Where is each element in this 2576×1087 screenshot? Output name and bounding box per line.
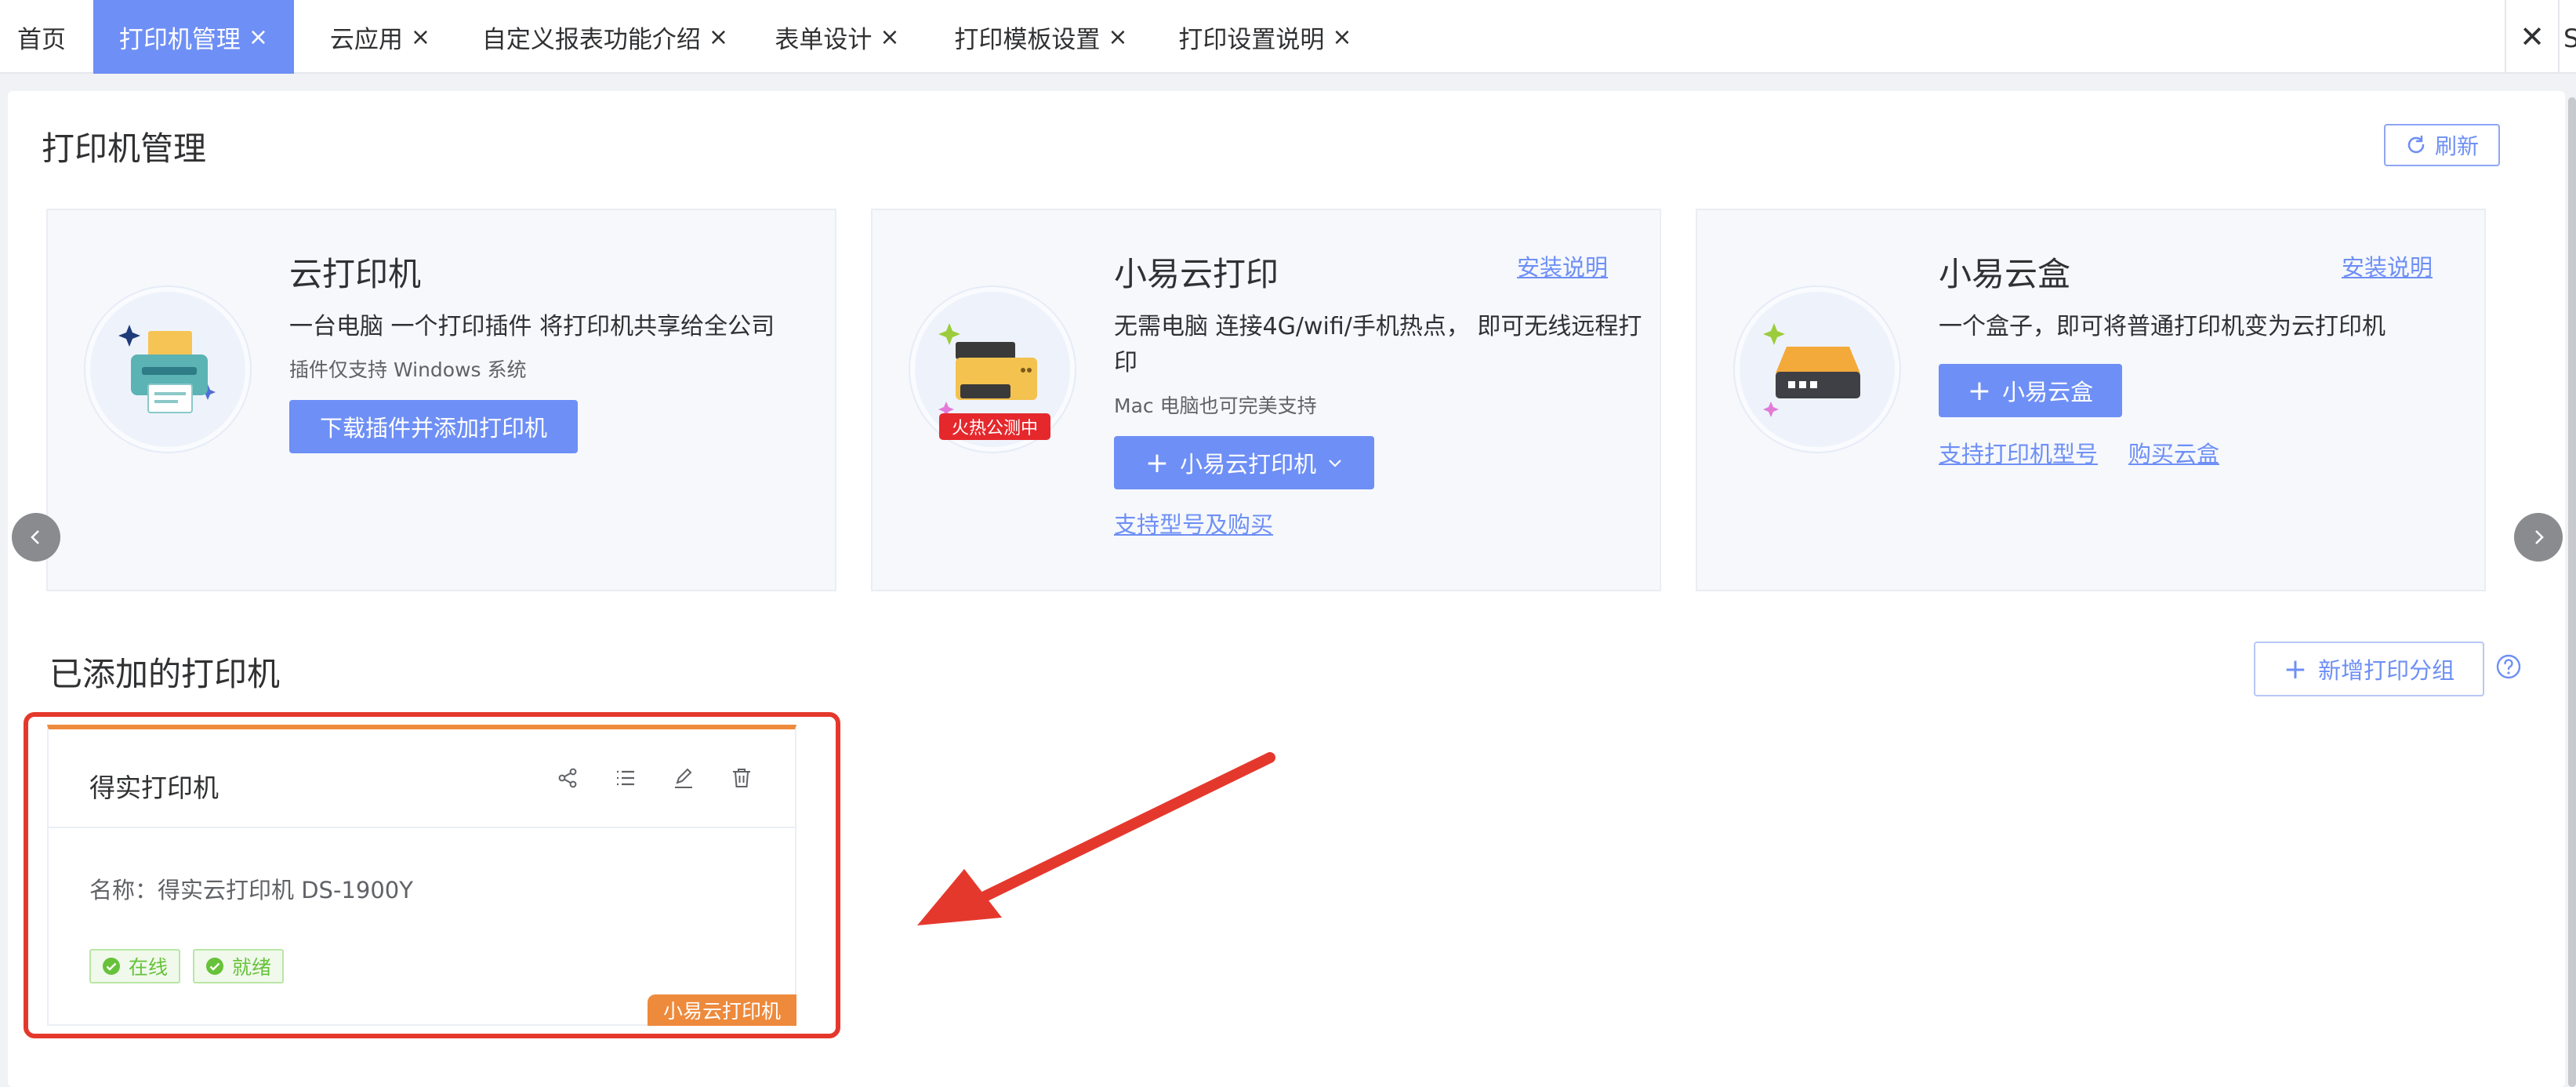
plus-icon: + xyxy=(1967,374,1992,407)
refresh-label: 刷新 xyxy=(2434,133,2479,159)
close-icon[interactable]: × xyxy=(411,24,430,51)
close-icon[interactable]: × xyxy=(880,24,899,51)
status-badge-online: 在线 xyxy=(89,949,181,983)
tabbar-overflow-text: S xyxy=(2563,24,2576,53)
printer-illustration-icon xyxy=(85,287,250,452)
tab-custom-report-intro[interactable]: 自定义报表功能介绍 × xyxy=(467,0,743,74)
check-circle-icon xyxy=(206,958,224,975)
service-title: 小易云盒 xyxy=(1939,255,2071,293)
delete-icon[interactable] xyxy=(729,765,754,791)
button-label: 小易云盒 xyxy=(2002,379,2094,405)
service-title: 云打印机 xyxy=(289,255,422,293)
chevron-left-icon xyxy=(31,530,39,544)
status-label: 就绪 xyxy=(232,956,272,979)
tab-label: 打印模板设置 xyxy=(954,25,1101,54)
button-label: 小易云打印机 xyxy=(1180,451,1317,478)
tab-home[interactable]: 首页 xyxy=(0,0,83,74)
install-guide-link[interactable]: 安装说明 xyxy=(1517,249,1608,282)
tab-bar: 首页 打印机管理 × 云应用 × 自定义报表功能介绍 × 表单设计 × 打印模板… xyxy=(0,0,2576,74)
chevron-down-icon xyxy=(1329,460,1341,467)
tab-label: 云应用 xyxy=(329,25,403,54)
check-circle-icon xyxy=(103,958,120,975)
carousel-next-button[interactable] xyxy=(2514,513,2563,562)
tab-form-design[interactable]: 表单设计 × xyxy=(764,0,910,74)
close-icon[interactable]: × xyxy=(709,24,728,51)
tab-print-template-settings[interactable]: 打印模板设置 × xyxy=(947,0,1135,74)
button-label: 新增打印分组 xyxy=(2318,657,2455,684)
printer-card[interactable]: 得实打印机 名称：得实云打印机 DS-1900Y 在线 就绪 小易云打印机 xyxy=(47,725,796,1026)
tab-label: 打印设置说明 xyxy=(1178,25,1325,54)
service-card-xiaoyi-cloud-print: 火热公测中 小易云打印 安装说明 无需电脑 连接4G/wifi/手机热点， 即可… xyxy=(871,209,1661,591)
close-icon[interactable]: × xyxy=(249,24,268,51)
close-icon[interactable]: × xyxy=(1332,24,1351,51)
close-icon[interactable]: × xyxy=(1108,24,1127,51)
tab-label: 表单设计 xyxy=(775,25,873,54)
main-panel: 打印机管理 刷新 云打印机 一台电脑 一个打印插件 将打印机共享给全公司 插件仅… xyxy=(8,91,2565,1087)
service-note: 插件仅支持 Windows 系统 xyxy=(289,358,527,381)
supported-printer-models-link[interactable]: 支持打印机型号 xyxy=(1939,436,2098,469)
cloud-box-illustration-icon xyxy=(1735,287,1899,452)
printer-card-actions xyxy=(555,765,754,791)
help-icon[interactable] xyxy=(2495,653,2522,680)
scrollbar[interactable] xyxy=(2568,97,2576,1087)
red-arrow-annotation xyxy=(917,752,1275,925)
tab-cloud-apps[interactable]: 云应用 × xyxy=(314,0,447,74)
carousel-prev-button[interactable] xyxy=(12,513,60,562)
supported-models-purchase-link[interactable]: 支持型号及购买 xyxy=(1114,507,1273,540)
buy-cloud-box-link[interactable]: 购买云盒 xyxy=(2128,436,2219,469)
status-badge-ready: 就绪 xyxy=(193,949,285,983)
tab-print-settings-guide[interactable]: 打印设置说明 × xyxy=(1171,0,1359,74)
xiaoyi-cloud-box-button[interactable]: + 小易云盒 xyxy=(1939,364,2122,417)
page-title: 打印机管理 xyxy=(42,129,207,168)
service-card-cloud-printer: 云打印机 一台电脑 一个打印插件 将打印机共享给全公司 插件仅支持 Window… xyxy=(46,209,836,591)
service-note: Mac 电脑也可完美支持 xyxy=(1114,394,1317,417)
close-icon: ✕ xyxy=(2520,20,2545,54)
service-title: 小易云打印 xyxy=(1114,255,1279,293)
plus-icon: + xyxy=(2283,653,2308,685)
printer-name: 得实打印机 xyxy=(89,773,219,803)
service-card-xiaoyi-cloud-box: 小易云盒 安装说明 一个盒子，即可将普通打印机变为云打印机 + 小易云盒 支持打… xyxy=(1696,209,2486,591)
hot-beta-badge: 火热公测中 xyxy=(939,413,1050,440)
plus-icon: + xyxy=(1145,446,1170,479)
printer-type-badge: 小易云打印机 xyxy=(647,994,796,1026)
tab-printer-management[interactable]: 打印机管理 × xyxy=(93,0,294,74)
close-all-tabs-button[interactable]: ✕ xyxy=(2505,0,2560,74)
button-label: 下载插件并添加打印机 xyxy=(319,415,547,442)
install-guide-link[interactable]: 安装说明 xyxy=(2342,249,2433,282)
added-printers-title: 已添加的打印机 xyxy=(49,655,281,693)
service-desc: 一个盒子，即可将普通打印机变为云打印机 xyxy=(1939,313,2386,340)
service-desc: 一台电脑 一个打印插件 将打印机共享给全公司 xyxy=(289,313,775,340)
edit-icon[interactable] xyxy=(671,765,696,791)
tab-label: 首页 xyxy=(17,25,66,54)
tab-label: 自定义报表功能介绍 xyxy=(481,25,701,54)
printer-status-tags: 在线 就绪 xyxy=(89,949,285,983)
status-label: 在线 xyxy=(129,956,169,979)
refresh-icon xyxy=(2407,135,2425,154)
add-print-group-button[interactable]: + 新增打印分组 xyxy=(2254,642,2484,696)
list-icon[interactable] xyxy=(613,765,638,791)
service-desc: 无需电脑 连接4G/wifi/手机热点， 即可无线远程打印 xyxy=(1114,313,1642,376)
chevron-right-icon xyxy=(2535,530,2544,544)
printer-model-name: 名称：得实云打印机 DS-1900Y xyxy=(89,877,413,903)
share-icon[interactable] xyxy=(555,765,580,791)
refresh-button[interactable]: 刷新 xyxy=(2384,124,2500,166)
xiaoyi-cloud-printer-dropdown-button[interactable]: + 小易云打印机 xyxy=(1114,436,1374,489)
tab-label: 打印机管理 xyxy=(118,25,241,54)
card-divider xyxy=(49,827,795,828)
download-plugin-add-printer-button[interactable]: 下载插件并添加打印机 xyxy=(289,400,578,453)
